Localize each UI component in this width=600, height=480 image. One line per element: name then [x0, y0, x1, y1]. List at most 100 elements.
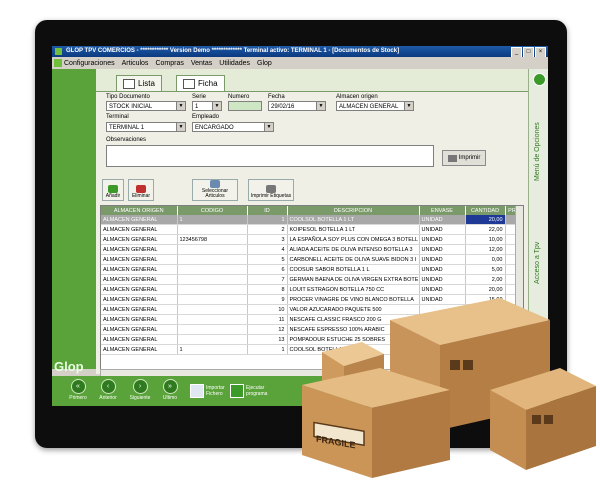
table-cell[interactable]: 2,00 [465, 274, 506, 285]
table-row[interactable]: ALMACEN GENERAL 1 1 COOLSOL BOTELLA 1 LT UNI… [101, 215, 520, 225]
table-row[interactable]: ALMACEN GENERAL 6 COOSUR SABOR BOTELLA 1 L… [101, 264, 520, 275]
table-cell[interactable] [177, 274, 248, 285]
table-cell[interactable]: UNIDAD [419, 234, 466, 245]
table-cell[interactable]: COOLSOL BOTELLA 1 LT [287, 215, 420, 225]
table-cell[interactable]: ALMACEN GENERAL [101, 294, 178, 305]
serie-select[interactable]: 1 ▼ [192, 101, 222, 111]
table-cell[interactable]: 11 [247, 314, 288, 325]
menu-glop[interactable]: Glop [257, 60, 272, 67]
table-cell[interactable]: 1 [247, 344, 288, 355]
options-arrow-icon[interactable] [533, 73, 546, 86]
anterior-button[interactable]: ‹ Anterior [96, 379, 120, 403]
table-cell[interactable]: 5,00 [465, 264, 506, 275]
tipo-documento-select[interactable]: STOCK INICIAL ▼ [106, 101, 186, 111]
table-cell[interactable]: UNIDAD [419, 244, 466, 255]
seleccionar-articulos-button[interactable]: Seleccionar Articulos [192, 179, 238, 201]
table-cell[interactable]: 6 [247, 264, 288, 275]
table-cell[interactable]: 7 [247, 274, 288, 285]
table-cell[interactable]: 8 [247, 284, 288, 295]
table-cell[interactable]: GERMAN BAENA DE OLIVA VIRGEN EXTRA BOTE [287, 274, 420, 285]
table-cell[interactable] [177, 244, 248, 255]
table-cell[interactable]: 0,00 [465, 254, 506, 265]
table-cell[interactable]: ALMACEN GENERAL [101, 234, 178, 245]
table-cell[interactable]: 20,00 [465, 215, 506, 225]
table-cell[interactable]: ALMACEN GENERAL [101, 264, 178, 275]
acceso-tpv-tab[interactable]: Acceso a Tpv [534, 242, 541, 284]
table-cell[interactable]: 13 [247, 334, 288, 345]
imprimir-etiquetas-button[interactable]: Imprimir Etiquetas [248, 179, 294, 201]
almacen-origen-select[interactable]: ALMACEN GENERAL ▼ [336, 101, 414, 111]
menu-opciones-tab[interactable]: Menú de Opciones [534, 122, 541, 181]
observaciones-textarea[interactable] [106, 145, 434, 167]
table-cell[interactable] [177, 304, 248, 315]
table-cell[interactable]: 22,00 [465, 224, 506, 235]
table-cell[interactable]: ALMACEN GENERAL [101, 274, 178, 285]
menu-utilidades[interactable]: Utilidades [219, 60, 250, 67]
table-cell[interactable]: 4 [247, 244, 288, 255]
table-cell[interactable]: ALMACEN GENERAL [101, 284, 178, 295]
ejecutar-programa-button[interactable]: Ejecutar programa [230, 380, 274, 401]
column-header[interactable]: CODIGO [177, 206, 248, 215]
table-cell[interactable]: ALMACEN GENERAL [101, 324, 178, 335]
primero-button[interactable]: « Primero [66, 379, 90, 403]
table-row[interactable]: ALMACEN GENERAL 7 GERMAN BAENA DE OLIVA VI… [101, 274, 520, 285]
table-cell[interactable]: 123456798 [177, 234, 248, 245]
column-header[interactable]: DESCRIPCION [287, 206, 420, 215]
table-cell[interactable]: ALMACEN GENERAL [101, 244, 178, 255]
tab-lista[interactable]: Lista [116, 75, 162, 91]
table-cell[interactable]: 1 [177, 215, 248, 225]
table-cell[interactable]: ALMACEN GENERAL [101, 224, 178, 235]
table-cell[interactable] [177, 314, 248, 325]
empleado-select[interactable]: ENCARGADO ▼ [192, 122, 274, 132]
anadir-button[interactable]: Añadir [102, 179, 124, 201]
table-cell[interactable]: ALIADA ACEITE DE OLIVA INTENSO BOTELLA 3 [287, 244, 420, 255]
table-cell[interactable]: ALMACEN GENERAL [101, 334, 178, 345]
importar-fichero-button[interactable]: Importar Fichero [190, 380, 232, 401]
table-cell[interactable] [177, 264, 248, 275]
table-cell[interactable]: ALMACEN GENERAL [101, 215, 178, 225]
table-cell[interactable]: UNIDAD [419, 254, 466, 265]
table-cell[interactable]: ALMACEN GENERAL [101, 344, 178, 355]
ultimo-button[interactable]: » Ultimo [158, 379, 182, 403]
menu-compras[interactable]: Compras [155, 60, 183, 67]
column-header[interactable]: CANTIDAD [465, 206, 506, 215]
table-cell[interactable] [177, 284, 248, 295]
table-cell[interactable] [177, 294, 248, 305]
imprimir-button[interactable]: Imprimir [442, 150, 486, 166]
eliminar-button[interactable]: Eliminar [128, 179, 154, 201]
table-row[interactable]: ALMACEN GENERAL 5 CARBONELL ACEITE DE OLIV… [101, 254, 520, 265]
table-cell[interactable]: 12,00 [465, 244, 506, 255]
table-cell[interactable] [177, 254, 248, 265]
table-cell[interactable] [177, 224, 248, 235]
table-cell[interactable]: UNIDAD [419, 215, 466, 225]
table-cell[interactable]: KOIPESOL BOTELLA 1 LT [287, 224, 420, 235]
table-cell[interactable] [177, 324, 248, 335]
table-cell[interactable]: UNIDAD [419, 274, 466, 285]
table-cell[interactable]: 9 [247, 294, 288, 305]
table-cell[interactable]: UNIDAD [419, 264, 466, 275]
tab-ficha[interactable]: Ficha [176, 75, 225, 91]
table-cell[interactable]: 2 [247, 224, 288, 235]
menu-articulos[interactable]: Articulos [122, 60, 149, 67]
table-row[interactable]: ALMACEN GENERAL 123456798 3 LA ESPAÑOLA SOY… [101, 234, 520, 245]
column-header[interactable]: ENVASE [419, 206, 466, 215]
table-cell[interactable]: 5 [247, 254, 288, 265]
table-cell[interactable]: LA ESPAÑOLA SOY PLUS CON OMEGA 3 BOTELL [287, 234, 420, 245]
siguiente-button[interactable]: › Siguiente [128, 379, 152, 403]
table-cell[interactable]: CARBONELL ACEITE DE OLIVA SUAVE BIDON 3 … [287, 254, 420, 265]
table-cell[interactable]: ALMACEN GENERAL [101, 314, 178, 325]
terminal-select[interactable]: TERMINAL 1 ▼ [106, 122, 186, 132]
table-cell[interactable]: 12 [247, 324, 288, 335]
table-cell[interactable]: COOSUR SABOR BOTELLA 1 L [287, 264, 420, 275]
table-row[interactable]: ALMACEN GENERAL 4 ALIADA ACEITE DE OLIVA I… [101, 244, 520, 255]
table-cell[interactable]: UNIDAD [419, 224, 466, 235]
table-cell[interactable] [177, 334, 248, 345]
menu-configuraciones[interactable]: Configuraciones [64, 60, 115, 67]
table-row[interactable]: ALMACEN GENERAL 2 KOIPESOL BOTELLA 1 LT UNI… [101, 224, 520, 235]
numero-input[interactable] [228, 101, 262, 111]
table-cell[interactable]: 3 [247, 234, 288, 245]
menu-ventas[interactable]: Ventas [191, 60, 212, 67]
table-cell[interactable]: 10,00 [465, 234, 506, 245]
table-cell[interactable]: 10 [247, 304, 288, 315]
table-cell[interactable]: ALMACEN GENERAL [101, 304, 178, 315]
